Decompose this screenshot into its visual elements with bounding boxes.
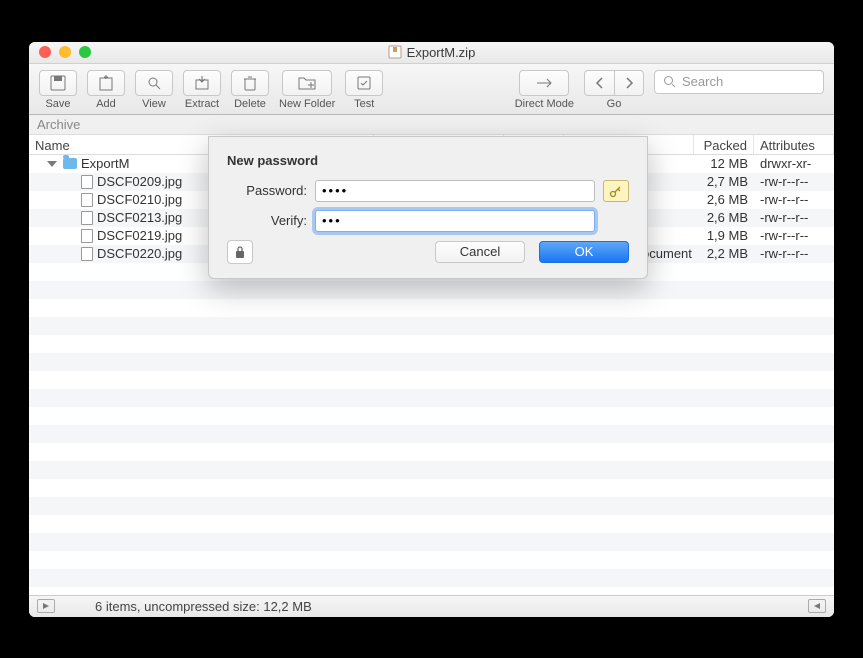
archive-icon: [388, 45, 402, 59]
go-back-button[interactable]: [584, 70, 614, 96]
toolbar-label: Test: [354, 98, 374, 110]
save-button[interactable]: [39, 70, 77, 96]
file-name: DSCF0213.jpg: [97, 210, 182, 225]
minimize-icon[interactable]: [59, 46, 71, 58]
app-window: ExportM.zip Save Add View Extract Delete…: [29, 42, 834, 617]
close-icon[interactable]: [39, 46, 51, 58]
key-icon: [609, 184, 623, 198]
extract-button[interactable]: [183, 70, 221, 96]
lock-button[interactable]: [227, 240, 253, 264]
archive-path-bar: Archive: [29, 115, 834, 135]
status-text: 6 items, uncompressed size: 12,2 MB: [95, 599, 312, 614]
toolbar-label: Direct Mode: [515, 98, 574, 110]
file-name: DSCF0209.jpg: [97, 174, 182, 189]
verify-label: Verify:: [227, 213, 307, 228]
reveal-password-button[interactable]: [603, 180, 629, 202]
toolbar-label: Add: [96, 98, 116, 110]
image-file-icon: [81, 193, 93, 207]
toolbar-label: Save: [45, 98, 70, 110]
ok-button[interactable]: OK: [539, 241, 629, 263]
column-packed[interactable]: Packed: [694, 135, 754, 154]
cancel-button[interactable]: Cancel: [435, 241, 525, 263]
toolbar-label: Extract: [185, 98, 219, 110]
toolbar-label: View: [142, 98, 166, 110]
dialog-title: New password: [227, 153, 629, 168]
delete-button[interactable]: [231, 70, 269, 96]
file-name: DSCF0219.jpg: [97, 228, 182, 243]
view-button[interactable]: [135, 70, 173, 96]
password-dialog: New password Password: Verify: Cancel: [208, 136, 648, 279]
panel-right-button[interactable]: [808, 599, 826, 613]
file-name: ExportM: [81, 156, 129, 171]
folder-icon: [63, 158, 77, 169]
disclosure-icon[interactable]: [47, 161, 57, 167]
zoom-icon[interactable]: [79, 46, 91, 58]
test-button[interactable]: [345, 70, 383, 96]
newfolder-button[interactable]: [282, 70, 332, 96]
go-forward-button[interactable]: [614, 70, 644, 96]
panel-left-button[interactable]: [37, 599, 55, 613]
file-name: DSCF0210.jpg: [97, 192, 182, 207]
direct-mode-button[interactable]: [519, 70, 569, 96]
password-field[interactable]: [315, 180, 595, 202]
titlebar: ExportM.zip: [29, 42, 834, 64]
image-file-icon: [81, 247, 93, 261]
window-lights: [29, 46, 91, 58]
password-label: Password:: [227, 183, 307, 198]
toolbar-label: New Folder: [279, 98, 335, 110]
go-segment: [584, 70, 644, 96]
toolbar: Save Add View Extract Delete New Folder …: [29, 64, 834, 115]
column-attributes[interactable]: Attributes: [754, 135, 834, 154]
image-file-icon: [81, 229, 93, 243]
file-name: DSCF0220.jpg: [97, 246, 182, 261]
add-button[interactable]: [87, 70, 125, 96]
window-title: ExportM.zip: [29, 45, 834, 60]
toolbar-label: Delete: [234, 98, 266, 110]
image-file-icon: [81, 175, 93, 189]
image-file-icon: [81, 211, 93, 225]
search-icon: [663, 75, 676, 88]
search-input[interactable]: Search: [654, 70, 824, 94]
lock-icon: [234, 245, 246, 259]
verify-field[interactable]: [315, 210, 595, 232]
statusbar: 6 items, uncompressed size: 12,2 MB: [29, 595, 834, 617]
toolbar-label: Go: [607, 98, 622, 110]
